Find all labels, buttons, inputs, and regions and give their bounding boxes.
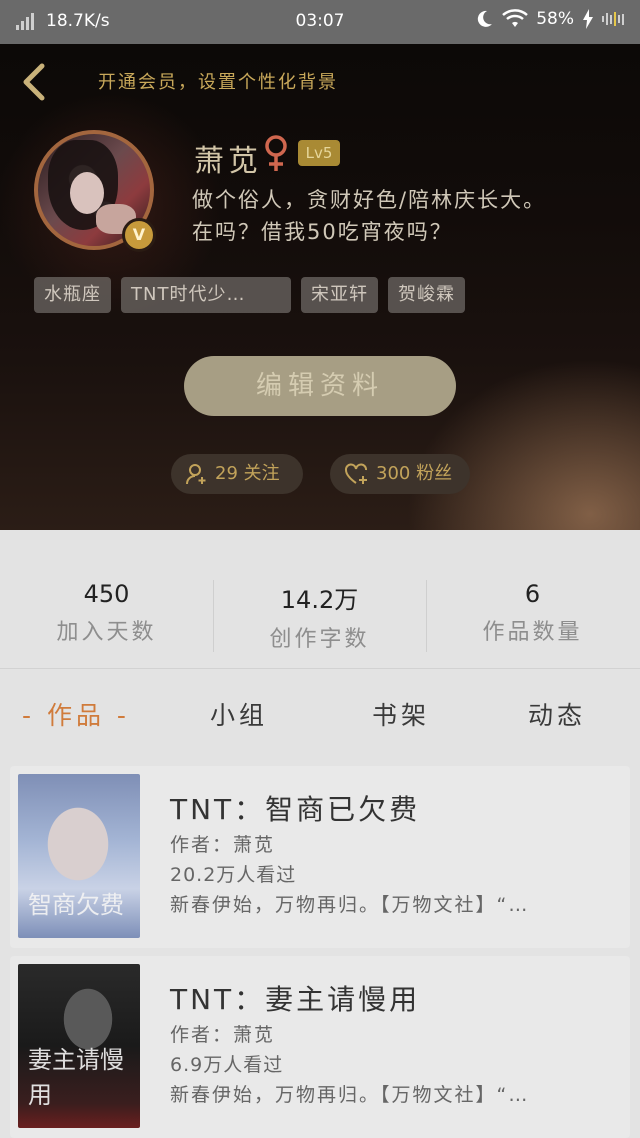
cover-title: 智商欠费 (28, 891, 124, 919)
book-cover: 妻主请慢用 (18, 964, 140, 1128)
stat-word-count: 14.2万 创作字数 (213, 580, 426, 653)
profile-header: 开通会员，设置个性化背景 V 萧苋 Lv5 做个俗人，贪财好色/陪林庆长大。 在… (0, 44, 640, 530)
nickname: 萧苋 (194, 144, 262, 179)
bio-line: 在吗？借我50吃宵夜吗？ (192, 220, 453, 244)
vip-background-link[interactable]: 开通会员，设置个性化背景 (98, 68, 338, 94)
work-title: TNT：妻主请慢用 (170, 983, 421, 1016)
fans-button[interactable]: 300 粉丝 (330, 454, 470, 494)
stat-label: 作品数量 (482, 620, 583, 645)
back-icon[interactable] (16, 62, 52, 102)
cover-title: 妻主请慢用 (28, 1046, 124, 1109)
stat-value: 6 (524, 580, 541, 608)
tab-bar: - 作品 - 小组 书架 动态 (0, 670, 640, 756)
stat-join-days: 450 加入天数 (0, 580, 213, 646)
list-item[interactable]: 智商欠费 TNT：智商已欠费 作者：萧苋 20.2万人看过 新春伊始，万物再归。… (10, 766, 630, 948)
stats-bar: 450 加入天数 14.2万 创作字数 6 作品数量 (0, 530, 640, 670)
edit-profile-button[interactable]: 编辑资料 (184, 356, 456, 416)
tag-list: 水瓶座 TNT时代少… 宋亚轩 贺峻霖 (34, 277, 465, 313)
tab-activity[interactable]: 动态 (528, 696, 586, 732)
following-button[interactable]: 29 关注 (171, 454, 303, 494)
stat-label: 加入天数 (56, 620, 157, 645)
work-description: 新春伊始，万物再归。【万物文社】“… (170, 894, 530, 916)
female-icon (265, 135, 287, 171)
work-description: 新春伊始，万物再归。【万物文社】“… (170, 1084, 530, 1106)
status-bar: 18.7K/s 03:07 58% (0, 0, 640, 44)
divider (0, 668, 640, 669)
tag[interactable]: 贺峻霖 (388, 277, 465, 313)
book-cover: 智商欠费 (18, 774, 140, 938)
following-label: 29 关注 (215, 463, 280, 484)
wifi-icon (502, 9, 529, 27)
tag[interactable]: 宋亚轩 (301, 277, 378, 313)
level-badge: Lv5 (298, 140, 340, 166)
status-right: 58% (474, 9, 624, 29)
add-user-icon (186, 464, 206, 485)
list-item[interactable]: 妻主请慢用 TNT：妻主请慢用 作者：萧苋 6.9万人看过 新春伊始，万物再归。… (10, 956, 630, 1138)
stat-value: 14.2万 (280, 586, 359, 614)
stat-label: 创作字数 (269, 627, 370, 652)
bio-line: 做个俗人，贪财好色/陪林庆长大。 (192, 188, 547, 212)
tab-groups[interactable]: 小组 (210, 696, 268, 732)
work-views: 6.9万人看过 (170, 1054, 284, 1076)
tab-bookshelf[interactable]: 书架 (372, 696, 430, 732)
bio: 做个俗人，贪财好色/陪林庆长大。 在吗？借我50吃宵夜吗？ (192, 184, 622, 248)
tag[interactable]: 水瓶座 (34, 277, 111, 313)
work-author: 作者：萧苋 (170, 1024, 276, 1046)
tab-works[interactable]: - 作品 - (22, 696, 130, 732)
avatar[interactable]: V (34, 130, 156, 252)
verified-badge: V (122, 218, 156, 252)
fans-label: 300 粉丝 (376, 463, 453, 484)
charging-icon (583, 9, 593, 29)
sound-bars-icon (602, 11, 624, 27)
stat-value: 450 (83, 580, 130, 608)
battery-level: 58% (536, 9, 574, 29)
work-views: 20.2万人看过 (170, 864, 297, 886)
stat-works-count: 6 作品数量 (426, 580, 639, 646)
work-title: TNT：智商已欠费 (170, 793, 421, 826)
work-author: 作者：萧苋 (170, 834, 276, 856)
moon-icon (478, 10, 493, 27)
tag[interactable]: TNT时代少… (121, 277, 291, 313)
heart-plus-icon (345, 463, 367, 484)
